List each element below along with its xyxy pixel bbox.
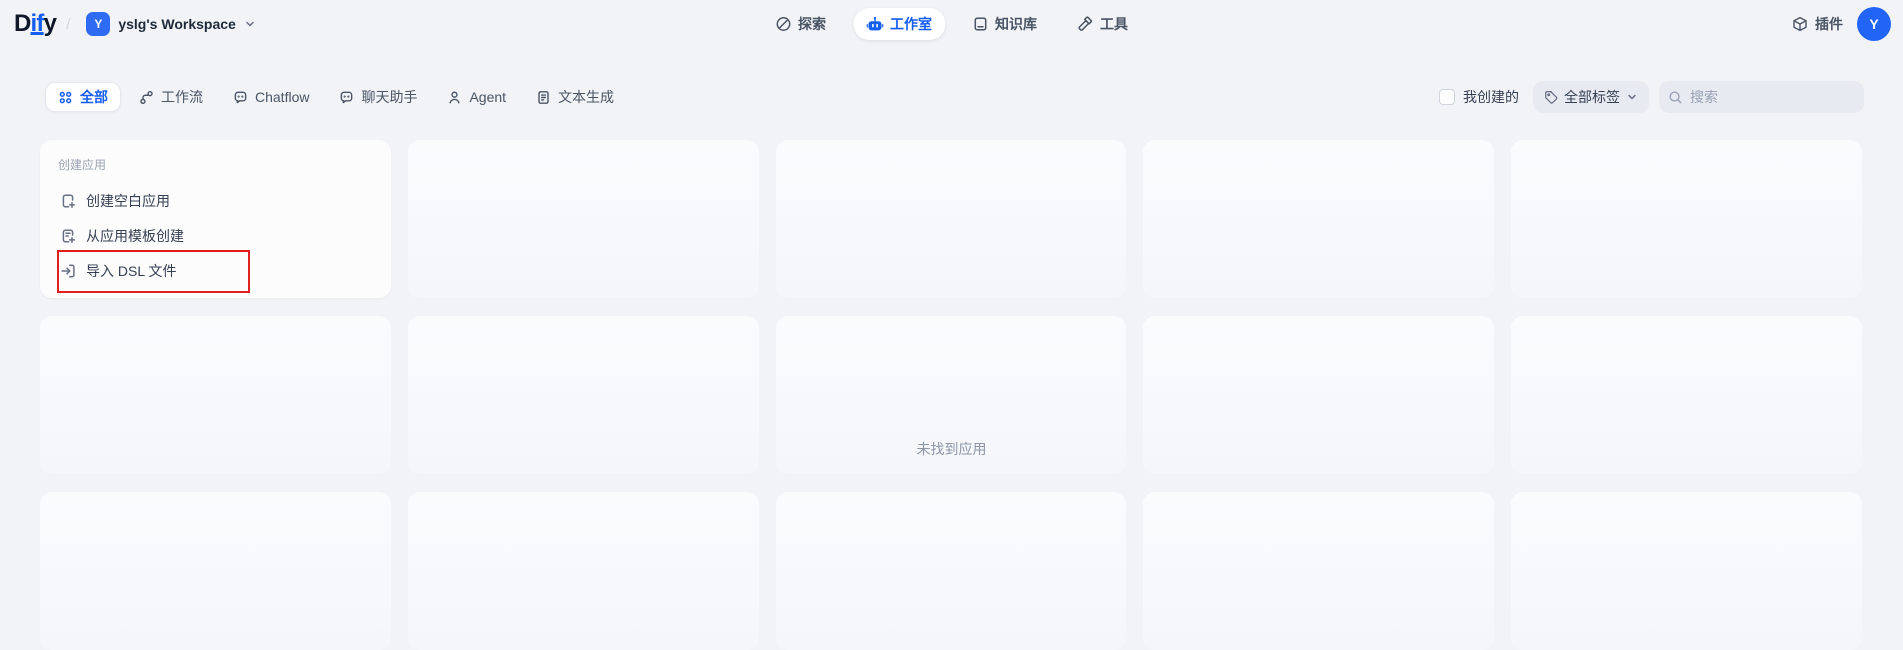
tab-label: 全部 [80, 87, 108, 107]
workspace-badge: Y [86, 12, 110, 36]
top-header: Dify / Y yslg's Workspace 探索 工作室 [0, 0, 1903, 48]
chevron-down-icon [244, 18, 256, 30]
app-type-tabs: 全部 工作流 Chatflow 聊天助手 Agent 文本生成 [45, 82, 626, 112]
search-input[interactable] [1690, 89, 1855, 105]
workspace-name: yslg's Workspace [118, 16, 235, 32]
nav-explore[interactable]: 探索 [762, 8, 839, 40]
breadcrumb-separator: / [66, 16, 70, 33]
nav-tools[interactable]: 工具 [1064, 8, 1141, 40]
import-icon [60, 263, 76, 279]
cube-icon [1792, 16, 1808, 32]
app-grid: 创建应用 创建空白应用 从应用模板创建 导入 DSL 文件 [40, 140, 1862, 650]
search-box[interactable] [1659, 81, 1864, 113]
file-plus-icon [60, 193, 76, 209]
nav-label: 探索 [798, 14, 826, 34]
app-card-placeholder [1143, 492, 1494, 650]
create-row-label: 创建空白应用 [86, 191, 170, 211]
workspace-selector[interactable]: Y yslg's Workspace [80, 8, 261, 40]
nav-knowledge[interactable]: 知识库 [959, 8, 1050, 40]
tab-label: 文本生成 [558, 87, 614, 107]
chat-bubble-icon [233, 90, 248, 105]
filter-toolbar: 全部 工作流 Chatflow 聊天助手 Agent 文本生成 我创建的 [45, 81, 1864, 113]
agent-icon [447, 90, 462, 105]
create-row-label: 导入 DSL 文件 [86, 261, 177, 281]
tab-agent[interactable]: Agent [435, 82, 518, 112]
app-card-placeholder [1143, 140, 1494, 298]
app-card-placeholder [408, 140, 759, 298]
logo-y: y [44, 10, 57, 37]
app-card-placeholder [408, 316, 759, 474]
tag-filter-dropdown[interactable]: 全部标签 [1533, 81, 1649, 113]
app-card-placeholder [40, 492, 391, 650]
app-card-placeholder [1511, 316, 1862, 474]
search-icon [1668, 90, 1683, 105]
nav-studio[interactable]: 工作室 [853, 8, 945, 40]
app-card-placeholder [776, 140, 1127, 298]
logo-if: if [31, 10, 44, 37]
main-nav: 探索 工作室 知识库 工具 [762, 8, 1141, 40]
grid-dots-icon [58, 90, 73, 105]
app-card-placeholder [776, 492, 1127, 650]
create-blank-app-button[interactable]: 创建空白应用 [53, 183, 378, 218]
plugins-button[interactable]: 插件 [1792, 14, 1843, 34]
workflow-icon [139, 90, 154, 105]
create-app-title: 创建应用 [58, 156, 378, 173]
tab-chatflow[interactable]: Chatflow [221, 82, 321, 112]
compass-icon [775, 16, 791, 32]
robot-icon [866, 16, 883, 33]
tab-workflow[interactable]: 工作流 [127, 82, 215, 112]
empty-state-text: 未找到应用 [917, 439, 987, 459]
app-card-placeholder [1511, 140, 1862, 298]
create-row-label: 从应用模板创建 [86, 226, 184, 246]
created-by-me-filter[interactable]: 我创建的 [1439, 87, 1519, 107]
nav-label: 知识库 [995, 14, 1037, 34]
chat-bubble-icon [339, 90, 354, 105]
app-card-placeholder [1511, 492, 1862, 650]
hammer-icon [1077, 16, 1093, 32]
tab-label: 工作流 [161, 87, 203, 107]
user-avatar[interactable]: Y [1857, 7, 1891, 41]
plugins-label: 插件 [1815, 14, 1843, 34]
tab-text-generation[interactable]: 文本生成 [524, 82, 626, 112]
app-card-placeholder [40, 316, 391, 474]
tab-label: Chatflow [255, 89, 309, 105]
import-dsl-button[interactable]: 导入 DSL 文件 [53, 253, 378, 288]
tab-label: 聊天助手 [361, 87, 417, 107]
logo-d: D [14, 10, 31, 37]
created-by-me-label: 我创建的 [1463, 87, 1519, 107]
nav-label: 工作室 [890, 14, 932, 34]
tag-icon [1544, 90, 1558, 104]
tab-chat-assistant[interactable]: 聊天助手 [327, 82, 429, 112]
document-icon [536, 90, 551, 105]
tab-label: Agent [469, 89, 506, 105]
app-card-placeholder [408, 492, 759, 650]
created-by-me-checkbox[interactable] [1439, 89, 1455, 105]
dify-logo[interactable]: Dify [14, 10, 56, 38]
tag-filter-label: 全部标签 [1564, 87, 1620, 107]
book-icon [972, 16, 988, 32]
create-app-card: 创建应用 创建空白应用 从应用模板创建 导入 DSL 文件 [40, 140, 391, 298]
app-card-placeholder [1143, 316, 1494, 474]
template-icon [60, 228, 76, 244]
chevron-down-icon [1626, 91, 1638, 103]
nav-label: 工具 [1100, 14, 1128, 34]
tab-all[interactable]: 全部 [45, 82, 121, 112]
create-from-template-button[interactable]: 从应用模板创建 [53, 218, 378, 253]
filter-controls: 我创建的 全部标签 [1439, 81, 1864, 113]
